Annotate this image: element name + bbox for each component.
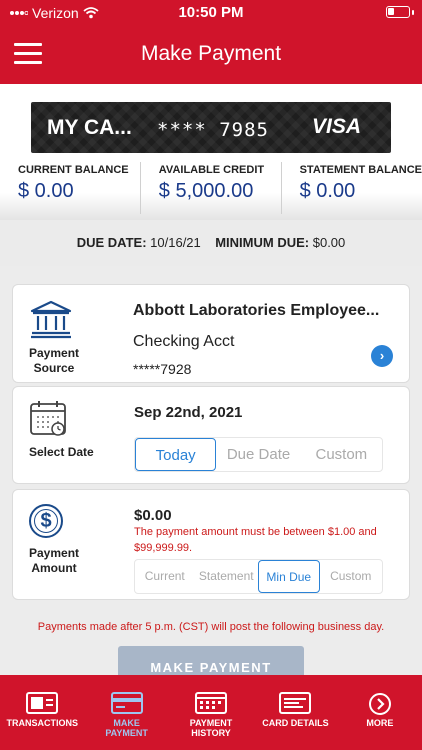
- payment-amount-label-line1: Payment: [29, 546, 80, 560]
- tab-card-details-label: CARD DETAILS: [262, 718, 329, 728]
- card-details-icon: [279, 692, 312, 714]
- payment-amount-label: Payment Amount: [29, 546, 79, 576]
- payment-amount-value[interactable]: $0.00: [134, 507, 172, 524]
- amount-option-custom[interactable]: Custom: [320, 560, 382, 593]
- date-option-selector: Today Due Date Custom: [134, 437, 383, 472]
- card-name: MY CA...: [47, 116, 132, 139]
- tab-transactions[interactable]: TRANSACTIONS: [0, 675, 84, 750]
- available-credit-value: $ 5,000.00: [158, 180, 254, 202]
- card-number: **** 7985: [157, 119, 269, 141]
- bank-icon: [30, 300, 72, 339]
- visa-logo: VISA: [311, 115, 361, 138]
- due-date-value: 10/16/21: [150, 235, 201, 250]
- payment-source-panel[interactable]: Payment Source Abbott Laboratories Emplo…: [12, 284, 410, 383]
- current-balance-value: $ 0.00: [18, 180, 74, 202]
- more-icon: [368, 693, 391, 715]
- battery-icon: [386, 6, 410, 18]
- statement-balance: STATEMENT BALANCE $ 0.00: [280, 162, 422, 214]
- date-option-due-date[interactable]: Due Date: [216, 438, 300, 471]
- battery-tip: [412, 10, 414, 15]
- balances-row: CURRENT BALANCE $ 0.00 AVAILABLE CREDIT …: [0, 162, 422, 214]
- dollar-icon: $: [29, 504, 63, 538]
- select-date-panel: Select Date Sep 22nd, 2021 Today Due Dat…: [12, 386, 410, 484]
- minimum-due-label: MINIMUM DUE:: [215, 235, 310, 250]
- credit-card-banner[interactable]: MY CA... **** 7985 VISA: [31, 102, 391, 153]
- minimum-due-value: $0.00: [312, 235, 346, 250]
- tab-card-details[interactable]: CARD DETAILS: [253, 675, 337, 750]
- tab-payment-history-label-line2: HISTORY: [191, 728, 231, 738]
- transactions-icon: [26, 692, 59, 714]
- tab-make-payment[interactable]: MAKE PAYMENT: [84, 675, 168, 750]
- tab-make-payment-label-line2: PAYMENT: [105, 728, 148, 738]
- bank-name: Abbott Laboratories Employee...: [133, 302, 380, 319]
- tab-transactions-label: TRANSACTIONS: [6, 718, 78, 728]
- tab-make-payment-label: MAKE PAYMENT: [84, 718, 168, 738]
- tab-payment-history[interactable]: PAYMENT HISTORY: [169, 675, 253, 750]
- date-option-today[interactable]: Today: [135, 438, 217, 471]
- selected-date: Sep 22nd, 2021: [134, 404, 243, 421]
- clock: 10:50 PM: [178, 4, 244, 21]
- account-summary: MY CA... **** 7985 VISA CURRENT BALANCE …: [0, 84, 422, 220]
- amount-error-message: The payment amount must be between $1.00…: [134, 526, 377, 554]
- bottom-tab-bar: TRANSACTIONS MAKE PAYMENT PAYMENT HISTOR…: [0, 675, 422, 750]
- nav-bar: Make Payment: [0, 26, 422, 84]
- posting-notice: Payments made after 5 p.m. (CST) will po…: [37, 621, 385, 633]
- tab-payment-history-label-line1: PAYMENT: [189, 718, 233, 728]
- date-option-custom[interactable]: Custom: [301, 438, 382, 471]
- amount-option-statement[interactable]: Statement: [195, 560, 258, 593]
- amount-option-selector: Current Statement Min Due Custom: [134, 559, 383, 594]
- tab-more[interactable]: MORE: [338, 675, 422, 750]
- current-balance-label: CURRENT BALANCE: [18, 164, 129, 176]
- select-date-label: Select Date: [29, 445, 94, 459]
- due-info-bar: DUE DATE: 10/16/21 MINIMUM DUE: $0.00: [0, 220, 422, 266]
- available-credit-label: AVAILABLE CREDIT: [158, 164, 265, 176]
- current-balance: CURRENT BALANCE $ 0.00: [0, 162, 140, 214]
- available-credit: AVAILABLE CREDIT $ 5,000.00: [139, 162, 281, 214]
- amount-option-min-due[interactable]: Min Due: [258, 560, 320, 593]
- calendar-icon: [30, 401, 66, 436]
- statement-balance-value: $ 0.00: [299, 180, 356, 202]
- chevron-right-icon[interactable]: ›: [371, 345, 393, 367]
- status-bar: Verizon 10:50 PM: [0, 0, 422, 26]
- payment-amount-label-line2: Amount: [31, 561, 77, 575]
- tab-payment-history-label: PAYMENT HISTORY: [169, 718, 253, 738]
- account-type: Checking Acct: [133, 333, 235, 350]
- payment-card-icon: [110, 692, 143, 714]
- page-title: Make Payment: [140, 42, 282, 65]
- account-number: *****7928: [133, 361, 192, 377]
- payment-amount-panel: $ Payment Amount $0.00 The payment amoun…: [12, 489, 410, 600]
- statement-balance-label: STATEMENT BALANCE: [299, 164, 422, 176]
- history-icon: [195, 692, 228, 714]
- tab-more-label: MORE: [366, 718, 394, 728]
- payment-source-label-line1: Payment: [29, 346, 80, 360]
- amount-option-current[interactable]: Current: [135, 560, 195, 593]
- payment-source-label: Payment Source: [29, 346, 79, 376]
- due-date-label: DUE DATE:: [76, 235, 147, 250]
- payment-source-label-line2: Source: [33, 361, 75, 375]
- tab-make-payment-label-line1: MAKE: [113, 718, 140, 728]
